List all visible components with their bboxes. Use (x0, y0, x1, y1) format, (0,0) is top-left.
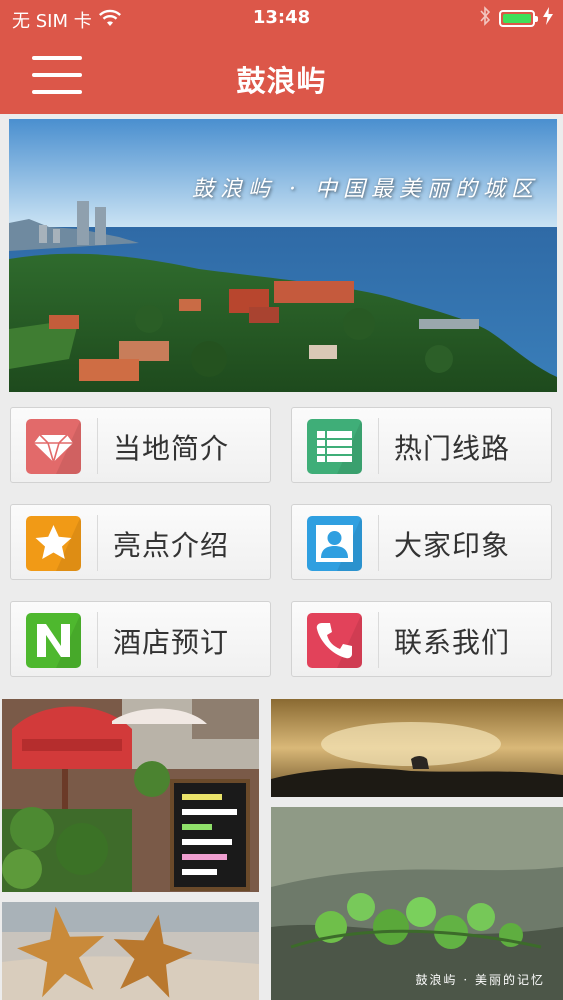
battery-level (503, 14, 531, 23)
menu-item-label: 热门线路 (394, 432, 511, 465)
tile-divider (97, 515, 98, 571)
menu-item-label: 酒店预订 (113, 626, 230, 659)
page-title: 鼓浪屿 (236, 64, 327, 98)
charging-icon (543, 7, 553, 30)
banner-caption: 鼓浪屿 · 中国最美丽的城区 (192, 177, 539, 202)
tile-divider (378, 612, 379, 668)
phone-icon (307, 613, 362, 668)
photo-caption: 鼓浪屿 · 美丽的记忆 (415, 973, 545, 987)
battery-icon (499, 10, 538, 27)
star-icon (26, 516, 81, 571)
menu-item-impressions[interactable]: 大家印象 (291, 504, 552, 580)
menu-item-label: 亮点介绍 (113, 529, 230, 562)
photo-sea-bird[interactable] (271, 699, 563, 797)
menu-item-hot-routes[interactable]: 热门线路 (291, 407, 552, 483)
tile-divider (97, 418, 98, 474)
menu-item-label: 当地简介 (113, 432, 230, 465)
bluetooth-icon (479, 6, 491, 31)
menu-item-label: 联系我们 (394, 626, 511, 659)
app-header: 无 SIM 卡 13:48 鼓浪屿 (0, 0, 563, 114)
menu-item-highlights[interactable]: 亮点介绍 (10, 504, 271, 580)
navigation-bar: 鼓浪屿 (0, 38, 563, 114)
list-icon (307, 419, 362, 474)
banner-image[interactable]: 鼓浪屿 · 中国最美丽的城区 (9, 119, 557, 392)
photo-green-plant[interactable]: 鼓浪屿 · 美丽的记忆 (271, 807, 563, 1000)
menu-item-local-intro[interactable]: 当地简介 (10, 407, 271, 483)
photo-starfish[interactable] (2, 902, 259, 1000)
status-right (479, 6, 553, 31)
n-letter-icon (26, 613, 81, 668)
diamond-icon (26, 419, 81, 474)
photo-cafe[interactable] (2, 699, 259, 892)
menu-item-hotel-booking[interactable]: 酒店预订 (10, 601, 271, 677)
person-icon (307, 516, 362, 571)
tile-divider (378, 418, 379, 474)
status-bar: 无 SIM 卡 13:48 (0, 0, 563, 38)
menu-item-contact-us[interactable]: 联系我们 (291, 601, 552, 677)
menu-item-label: 大家印象 (394, 529, 511, 562)
tile-divider (378, 515, 379, 571)
tile-divider (97, 612, 98, 668)
